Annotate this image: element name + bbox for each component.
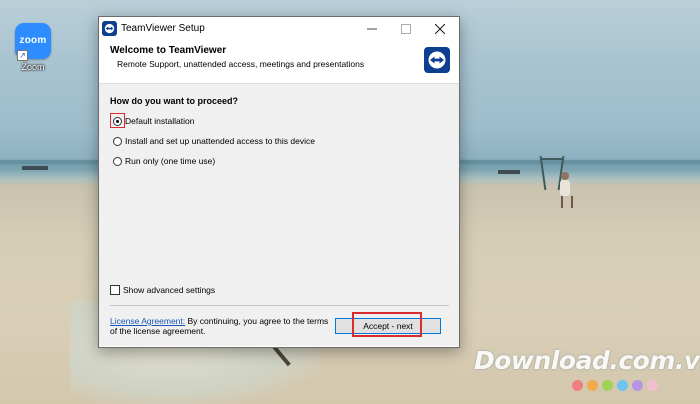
option-label: Default installation — [125, 116, 195, 126]
boat — [22, 166, 48, 170]
option-label: Run only (one time use) — [125, 156, 216, 166]
window-title: TeamViewer Setup — [121, 23, 205, 34]
teamviewer-logo-icon — [424, 47, 450, 73]
watermark-dot — [632, 380, 643, 391]
maximize-icon[interactable] — [389, 17, 423, 41]
watermark-dot — [617, 380, 628, 391]
watermark-dot — [647, 380, 658, 391]
proceed-question: How do you want to proceed? — [110, 96, 238, 106]
header-subtitle: Remote Support, unattended access, meeti… — [117, 59, 365, 69]
boat — [498, 170, 520, 174]
shortcut-arrow-icon: ↗ — [17, 50, 28, 61]
footer-divider — [110, 305, 449, 306]
header-title: Welcome to TeamViewer — [110, 45, 227, 56]
zoom-desktop-shortcut[interactable]: zoom ↗ Zoom — [11, 23, 55, 75]
watermark-dot — [602, 380, 613, 391]
radio-button[interactable] — [113, 116, 122, 126]
option-default-installation[interactable]: Default installation — [113, 114, 194, 128]
show-advanced-settings[interactable]: Show advanced settings — [110, 283, 215, 297]
watermark-dot — [587, 380, 598, 391]
advanced-label: Show advanced settings — [123, 285, 216, 295]
option-unattended-access[interactable]: Install and set up unattended access to … — [113, 134, 315, 148]
dialog-content: How do you want to proceed? Default inst… — [99, 84, 459, 346]
teamviewer-setup-dialog: TeamViewer Setup Welcome to TeamViewer R… — [98, 16, 460, 348]
watermark-dot — [572, 380, 583, 391]
license-agreement-link[interactable]: License Agreement: — [110, 316, 185, 326]
dialog-header: Welcome to TeamViewer Remote Support, un… — [99, 41, 459, 84]
watermark-dots — [572, 378, 662, 391]
watermark-text: Download.com.vn — [474, 346, 700, 375]
advanced-checkbox[interactable] — [110, 285, 120, 295]
shortcut-label: Zoom — [21, 62, 45, 72]
minimize-icon[interactable] — [355, 17, 389, 41]
accept-highlight — [352, 312, 422, 337]
option-run-only[interactable]: Run only (one time use) — [113, 154, 215, 168]
radio-button[interactable] — [113, 136, 122, 146]
close-icon[interactable] — [423, 17, 457, 41]
license-notice: License Agreement: By continuing, you ag… — [110, 316, 330, 336]
radio-button[interactable] — [113, 156, 122, 166]
beach-walker — [558, 172, 573, 208]
title-bar[interactable]: TeamViewer Setup — [99, 17, 459, 41]
teamviewer-app-icon — [102, 21, 117, 36]
option-label: Install and set up unattended access to … — [125, 136, 315, 146]
